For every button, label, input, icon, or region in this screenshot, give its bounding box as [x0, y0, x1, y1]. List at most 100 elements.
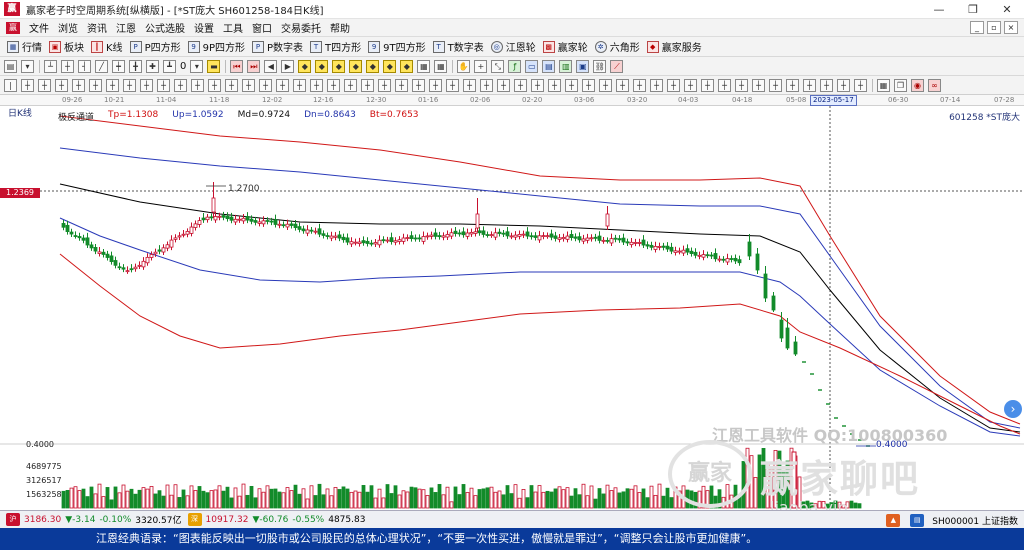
bar-tool-25-icon[interactable]: ┼	[429, 78, 442, 92]
bar-tool-6-icon[interactable]: ┼	[106, 78, 119, 92]
bar-tool-5-icon[interactable]: ┼	[89, 78, 102, 92]
bar-tool-50-icon[interactable]: ┼	[854, 78, 867, 92]
close-button[interactable]: ✕	[990, 0, 1024, 19]
bar-tool-22-icon[interactable]: ┼	[378, 78, 391, 92]
layout-select-icon[interactable]: ▤	[4, 59, 17, 73]
bar-tool-46-icon[interactable]: ┼	[786, 78, 799, 92]
bar-tool-15-icon[interactable]: ┼	[259, 78, 272, 92]
bar-tool-8-icon[interactable]: ┼	[140, 78, 153, 92]
index-icon[interactable]: ▤	[910, 514, 925, 527]
diamond-4-icon[interactable]: ◆	[349, 59, 363, 73]
diamond-5-icon[interactable]: ◆	[366, 59, 380, 73]
menu-help[interactable]: 帮助	[330, 20, 350, 35]
bar-chart-icon[interactable]: ┴	[44, 59, 57, 73]
bar-tool-35-icon[interactable]: ┼	[599, 78, 612, 92]
alert-icon[interactable]: ▲	[886, 514, 901, 527]
menu-gann[interactable]: 江恩	[116, 20, 136, 35]
toolbar-p-square-button[interactable]: P P四方形	[129, 39, 181, 54]
function-icon[interactable]: ƒ	[508, 59, 522, 73]
bar-tool-36-icon[interactable]: ┼	[616, 78, 629, 92]
mdi-close-button[interactable]: ×	[1004, 21, 1018, 34]
mdi-restore-button[interactable]: ▫	[987, 21, 1001, 34]
first-page-icon[interactable]: ⏮	[230, 59, 244, 73]
bar-tool-30-icon[interactable]: ┼	[514, 78, 527, 92]
bar-tool-21-icon[interactable]: ┼	[361, 78, 374, 92]
grid-cell-icon[interactable]: ▦	[417, 59, 431, 73]
mdi-minimize-button[interactable]: _	[970, 21, 984, 34]
menu-browse[interactable]: 浏览	[58, 20, 78, 35]
hand-tool-icon[interactable]: ✋	[457, 59, 471, 73]
bar-tool-45-icon[interactable]: ┼	[769, 78, 782, 92]
diamond-2-icon[interactable]: ◆	[315, 59, 329, 73]
chart-window-icon[interactable]: ▭	[525, 59, 539, 73]
bar-tool-41-icon[interactable]: ┼	[701, 78, 714, 92]
dropdown-arrow-icon[interactable]: ▾	[21, 59, 34, 73]
bar-tool-37-icon[interactable]: ┼	[633, 78, 646, 92]
table-view-icon[interactable]: ▦	[877, 78, 890, 92]
bar-tool-10-icon[interactable]: ┼	[174, 78, 187, 92]
color-fill-icon[interactable]: ▬	[207, 59, 221, 73]
bar-tool-19-icon[interactable]: ┼	[327, 78, 340, 92]
bar-tool-11-icon[interactable]: ┼	[191, 78, 204, 92]
toolbar-9p-square-button[interactable]: 9 9P四方形	[187, 39, 245, 54]
step-forward-icon[interactable]: ▶	[281, 59, 295, 73]
diamond-7-icon[interactable]: ◆	[400, 59, 414, 73]
period-dropdown-icon[interactable]: ▾	[190, 59, 204, 73]
bar-tool-29-icon[interactable]: ┼	[497, 78, 510, 92]
toolbar-winner-wheel-button[interactable]: ▩ 赢家轮	[542, 39, 588, 54]
bar-tool-9-icon[interactable]: ┼	[157, 78, 170, 92]
bar-tool-24-icon[interactable]: ┼	[412, 78, 425, 92]
menu-window[interactable]: 窗口	[252, 20, 272, 35]
step-back-icon[interactable]: ◀	[264, 59, 278, 73]
link-icon[interactable]: ⛓	[593, 59, 607, 73]
bar-tool-7-icon[interactable]: ┼	[123, 78, 136, 92]
bar-tool-12-icon[interactable]: ┼	[208, 78, 221, 92]
bar-tool-18-icon[interactable]: ┼	[310, 78, 323, 92]
scroll-right-button[interactable]: ›	[1004, 400, 1022, 418]
toolbar-sectors-button[interactable]: ▣ 板块	[49, 39, 84, 54]
bar-tool-33-icon[interactable]: ┼	[565, 78, 578, 92]
toolbar-kline-button[interactable]: ┃ K线	[91, 39, 123, 54]
bar-tool-48-icon[interactable]: ┼	[820, 78, 833, 92]
menu-trading[interactable]: 交易委托	[281, 20, 321, 35]
cross-chart-icon[interactable]: ✚	[146, 59, 159, 73]
layout-window-icon[interactable]: ▣	[576, 59, 590, 73]
diamond-3-icon[interactable]: ◆	[332, 59, 346, 73]
menu-tools[interactable]: 工具	[223, 20, 243, 35]
grid-cell-2-icon[interactable]: ▦	[434, 59, 448, 73]
menu-file[interactable]: 文件	[29, 20, 49, 35]
bar-tool-28-icon[interactable]: ┼	[480, 78, 493, 92]
bar-tool-3-icon[interactable]: ┼	[55, 78, 68, 92]
ruler-icon[interactable]: ⟋	[610, 59, 624, 73]
toolbar-9t-square-button[interactable]: 9 9T四方形	[368, 39, 426, 54]
bar-tool-38-icon[interactable]: ┼	[650, 78, 663, 92]
diamond-1-icon[interactable]: ◆	[298, 59, 312, 73]
bar-tool-20-icon[interactable]: ┼	[344, 78, 357, 92]
infinity-icon[interactable]: ∞	[928, 78, 941, 92]
line-chart-icon[interactable]: ╱	[95, 59, 108, 73]
ohlc-chart-icon[interactable]: ┤	[78, 59, 91, 73]
bar-tool-44-icon[interactable]: ┼	[752, 78, 765, 92]
step-chart-icon[interactable]: ┻	[163, 59, 176, 73]
period-day-icon[interactable]: |	[4, 78, 17, 92]
pivot-chart-icon[interactable]: ┿	[112, 59, 125, 73]
menu-info[interactable]: 资讯	[87, 20, 107, 35]
bar-tool-47-icon[interactable]: ┼	[803, 78, 816, 92]
bar-tool-49-icon[interactable]: ┼	[837, 78, 850, 92]
diamond-6-icon[interactable]: ◆	[383, 59, 397, 73]
bar-tool-1-icon[interactable]: ┼	[21, 78, 34, 92]
kline-chart[interactable]: 日K线 极反通道 Tp=1.1308 Up=1.0592 Md=0.9724 D…	[0, 106, 1024, 517]
minimize-button[interactable]: —	[922, 0, 956, 19]
toolbar-service-button[interactable]: ◆ 赢家服务	[646, 39, 702, 54]
bar-tool-17-icon[interactable]: ┼	[293, 78, 306, 92]
bar-tool-32-icon[interactable]: ┼	[548, 78, 561, 92]
menu-formula-screener[interactable]: 公式选股	[145, 20, 185, 35]
copy-icon[interactable]: ❐	[894, 78, 907, 92]
maximize-button[interactable]: ❐	[956, 0, 990, 19]
arrow-cross-icon[interactable]: ⤡	[491, 59, 505, 73]
candle-chart-icon[interactable]: ┼	[61, 59, 74, 73]
bar-tool-27-icon[interactable]: ┼	[463, 78, 476, 92]
period-count[interactable]: 0	[180, 61, 186, 72]
toolbar-gann-wheel-button[interactable]: ◎ 江恩轮	[490, 39, 536, 54]
bar-tool-34-icon[interactable]: ┼	[582, 78, 595, 92]
